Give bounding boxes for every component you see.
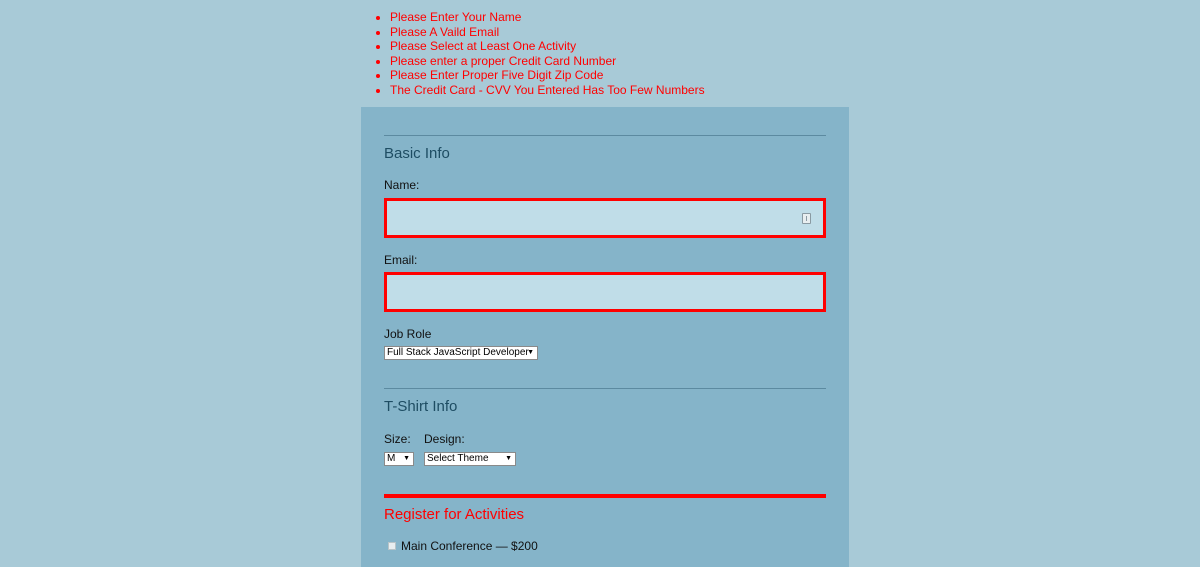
activities-legend: Register for Activities bbox=[384, 506, 525, 523]
tshirt-info-legend: T-Shirt Info bbox=[384, 398, 458, 415]
chevron-down-icon: ▼ bbox=[403, 455, 410, 462]
error-zip: Please Enter Proper Five Digit Zip Code bbox=[390, 68, 705, 83]
name-field[interactable] bbox=[384, 198, 826, 238]
name-label: Name: bbox=[384, 178, 420, 192]
basic-info-divider bbox=[384, 135, 826, 136]
design-select[interactable]: Select Theme ▼ bbox=[424, 452, 516, 466]
error-activity: Please Select at Least One Activity bbox=[390, 39, 705, 54]
activities-divider bbox=[384, 494, 826, 498]
error-cvv: The Credit Card - CVV You Entered Has To… bbox=[390, 83, 705, 98]
job-role-label: Job Role bbox=[384, 327, 432, 341]
chevron-down-icon: ▼ bbox=[505, 455, 512, 462]
main-conference-label: Main Conference — $200 bbox=[401, 539, 538, 553]
size-label: Size: bbox=[384, 432, 411, 446]
design-label: Design: bbox=[424, 432, 465, 446]
email-field[interactable] bbox=[384, 272, 826, 312]
size-select[interactable]: M ▼ bbox=[384, 452, 414, 466]
registration-form: Basic Info Name: Email: Job Role Full St… bbox=[361, 107, 849, 567]
error-list: Please Enter Your Name Please A Vaild Em… bbox=[372, 10, 705, 97]
job-role-select[interactable]: Full Stack JavaScript Developer ▼ bbox=[384, 346, 538, 360]
tshirt-info-divider bbox=[384, 388, 826, 389]
basic-info-legend: Basic Info bbox=[384, 145, 450, 162]
error-email: Please A Vaild Email bbox=[390, 25, 705, 40]
main-conference-checkbox[interactable] bbox=[388, 542, 396, 550]
size-selected: M bbox=[387, 453, 396, 464]
error-name: Please Enter Your Name bbox=[390, 10, 705, 25]
job-role-selected: Full Stack JavaScript Developer bbox=[387, 347, 529, 358]
design-selected: Select Theme bbox=[427, 453, 489, 464]
email-label: Email: bbox=[384, 253, 418, 267]
error-credit-card: Please enter a proper Credit Card Number bbox=[390, 54, 705, 69]
chevron-down-icon: ▼ bbox=[527, 349, 534, 356]
autofill-key-icon[interactable] bbox=[802, 213, 811, 224]
